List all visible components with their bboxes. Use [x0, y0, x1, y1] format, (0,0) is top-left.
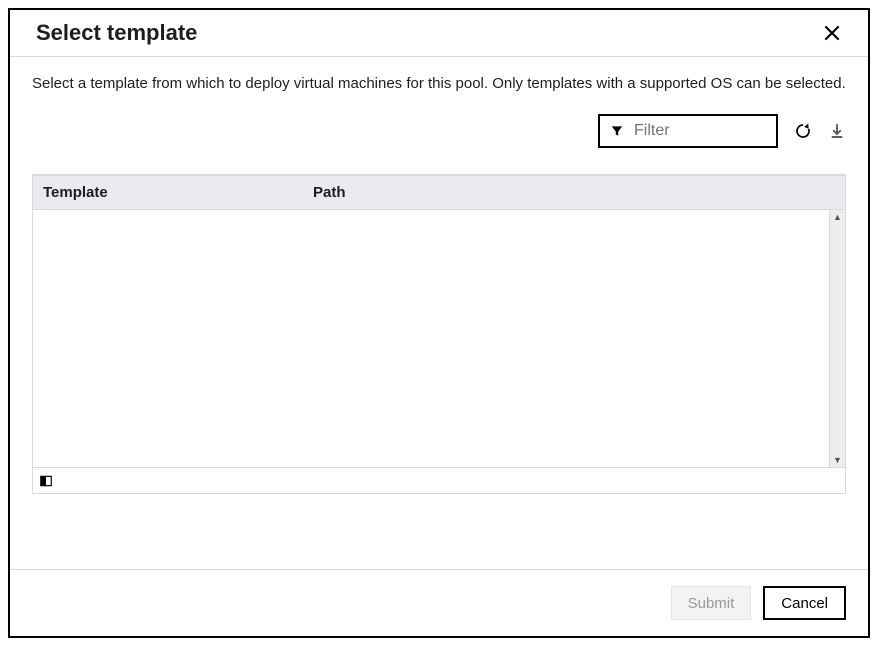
filter-icon — [610, 124, 624, 138]
controls-row — [32, 114, 846, 148]
templates-table: Template Path ▲ ▼ — [32, 174, 846, 494]
refresh-icon[interactable] — [794, 122, 812, 140]
table-footer — [32, 468, 846, 494]
dialog-description: Select a template from which to deploy v… — [32, 75, 846, 92]
dialog-header: Select template — [10, 10, 868, 57]
download-icon[interactable] — [828, 122, 846, 140]
table-header-row: Template Path — [32, 175, 846, 210]
scroll-down-icon[interactable]: ▼ — [833, 453, 842, 467]
scrollbar[interactable]: ▲ ▼ — [829, 210, 845, 467]
select-template-dialog: Select template Select a template from w… — [8, 8, 870, 638]
scroll-up-icon[interactable]: ▲ — [833, 210, 842, 224]
filter-box[interactable] — [598, 114, 778, 148]
columns-icon[interactable] — [39, 474, 53, 488]
column-header-path[interactable]: Path — [303, 176, 845, 209]
table-body — [33, 210, 829, 467]
close-icon[interactable] — [822, 23, 842, 43]
dialog-title: Select template — [36, 20, 197, 46]
cancel-button[interactable]: Cancel — [763, 586, 846, 620]
dialog-body: Select a template from which to deploy v… — [10, 57, 868, 569]
dialog-footer: Submit Cancel — [10, 569, 868, 636]
filter-input[interactable] — [632, 121, 766, 141]
column-header-template[interactable]: Template — [33, 176, 303, 209]
submit-button[interactable]: Submit — [671, 586, 752, 620]
